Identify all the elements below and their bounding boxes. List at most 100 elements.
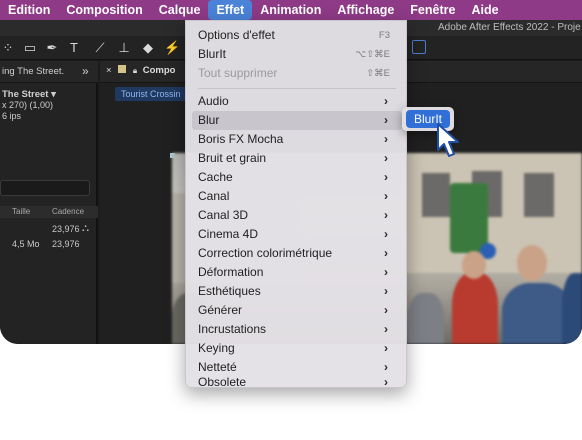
menu-item-label: Cinema 4D [198,227,259,241]
eraser-tool-icon[interactable]: ◆ [140,40,156,56]
menu-item-label: Netteté [198,360,237,374]
double-chevron-icon[interactable]: » [82,64,89,78]
anchor-tool-icon[interactable]: ⁘ [0,40,16,56]
project-item-details: x 270) (1,00) [2,100,54,110]
menu-item-cinema-4d[interactable]: Cinema 4D › [192,225,402,244]
composition-tab-label: Compo [142,65,176,76]
chevron-right-icon: › [384,341,388,355]
project-panel: ing The Street. » The Street ▾ x 270) (1… [0,61,98,344]
menu-item-label: Tout supprimer [198,66,278,80]
menu-item-label: Canal [198,189,230,203]
menu-item-tout-supprimer: Tout supprimer ⇧⌘E [192,64,402,83]
chevron-right-icon: › [384,113,388,127]
menu-aide[interactable]: Aide [463,0,506,20]
menu-fenetre[interactable]: Fenêtre [402,0,463,20]
project-panel-header: ing The Street. » [0,61,98,83]
chevron-right-icon: › [384,284,388,298]
column-cadence[interactable]: Cadence [52,206,84,218]
menu-item-label: Cache [198,170,233,184]
menu-item-boris-fx-mocha[interactable]: Boris FX Mocha › [192,130,402,149]
menu-item-label: Correction colorimétrique [198,246,333,260]
pen-tool-icon[interactable]: ✒ [44,40,60,56]
chevron-right-icon: › [384,94,388,108]
menu-item-deformation[interactable]: Déformation › [192,263,402,282]
menu-item-blur[interactable]: Blur › [192,111,402,130]
lock-icon[interactable]: 🔒︎ [133,66,137,75]
chevron-right-icon: › [384,322,388,336]
chevron-right-icon: › [384,208,388,222]
menu-item-blurit[interactable]: BlurIt ⌥⇧⌘E [192,45,402,64]
menu-item-options-effet[interactable]: Options d'effet F3 [192,26,402,45]
menu-item-label: Générer [198,303,243,317]
chevron-right-icon: › [384,246,388,260]
menu-item-label: Canal 3D [198,208,249,222]
project-row[interactable]: 4,5 Mo 23,976 [0,237,98,251]
project-row[interactable]: 23,976 ⛬ [0,222,98,236]
menu-item-esthetiques[interactable]: Esthétiques › [192,282,402,301]
menu-item-incrustations[interactable]: Incrustations › [192,320,402,339]
project-item-info: The Street ▾ x 270) (1,00) 6 ips [2,89,56,122]
rectangle-tool-icon[interactable]: ▭ [22,40,38,56]
close-icon[interactable]: × [106,65,112,76]
chevron-right-icon: › [384,265,388,279]
composition-tab[interactable]: × 🔒︎ Compo [106,65,175,76]
menu-item-canal-3d[interactable]: Canal 3D › [192,206,402,225]
window-title: Adobe After Effects 2022 - Proje [438,22,581,33]
menu-calque[interactable]: Calque [151,0,209,20]
menu-item-correction-colorimetrique[interactable]: Correction colorimétrique › [192,244,402,263]
menu-item-canal[interactable]: Canal › [192,187,402,206]
project-columns-header: Taille Cadence [0,206,98,218]
row-fps: 23,976 [52,239,80,249]
chevron-right-icon: › [384,189,388,203]
menu-item-shortcut: ⌥⇧⌘E [355,49,390,60]
menu-item-label: Incrustations [198,322,267,336]
menu-item-audio[interactable]: Audio › [192,92,402,111]
roto-brush-tool-icon[interactable]: ⚡ [164,40,180,56]
menu-animation[interactable]: Animation [252,0,329,20]
menu-item-shortcut: ⇧⌘E [366,68,390,79]
menu-item-label: Audio [198,94,229,108]
menu-item-obsolete[interactable]: Obsolete › [192,374,402,388]
column-taille[interactable]: Taille [12,206,30,218]
menu-item-keying[interactable]: Keying › [192,339,402,358]
mouse-pointer-icon [437,123,459,157]
hierarchy-icon: ⛬ [82,223,89,234]
row-fps: 23,976 [52,224,80,234]
triangle-down-icon[interactable]: ▾ [48,89,56,100]
menu-composition[interactable]: Composition [58,0,150,20]
project-item-name: The Street [2,89,49,100]
menu-edition[interactable]: Edition [0,0,58,20]
chevron-right-icon: › [384,375,388,388]
menu-item-label: Esthétiques [198,284,261,298]
menu-item-label: Options d'effet [198,28,275,42]
composition-breadcrumb[interactable]: Tourist Crossin [115,87,187,101]
menu-item-label: BlurIt [198,47,227,61]
chevron-right-icon: › [384,132,388,146]
menu-affichage[interactable]: Affichage [329,0,402,20]
menu-item-label: Obsolete [198,375,247,388]
menu-effet[interactable]: Effet [208,0,253,20]
chevron-right-icon: › [384,170,388,184]
project-search-input[interactable] [0,180,90,196]
menu-item-cache[interactable]: Cache › [192,168,402,187]
clone-stamp-tool-icon[interactable]: ⊥ [116,40,132,56]
menu-item-bruit-et-grain[interactable]: Bruit et grain › [192,149,402,168]
brush-tool-icon[interactable]: ⟋ [92,40,108,56]
row-size: 4,5 Mo [12,239,40,249]
menu-item-label: Déformation [198,265,264,279]
project-item-fps: 6 ips [2,111,22,121]
chevron-right-icon: › [384,227,388,241]
chevron-right-icon: › [384,303,388,317]
menu-item-label: Boris FX Mocha [198,132,284,146]
menu-separator [198,88,396,89]
snapping-icon[interactable] [412,40,426,54]
menu-item-label: Blur [198,113,220,127]
project-panel-title: ing The Street. [2,66,65,77]
menu-item-label: Bruit et grain [198,151,267,165]
text-tool-icon[interactable]: T [66,40,82,56]
comp-color-swatch-icon [118,65,127,73]
menu-item-label: Keying [198,341,235,355]
effect-menu-dropdown: Options d'effet F3 BlurIt ⌥⇧⌘E Tout supp… [185,20,407,388]
menu-item-shortcut: F3 [378,30,390,41]
menu-item-generer[interactable]: Générer › [192,301,402,320]
